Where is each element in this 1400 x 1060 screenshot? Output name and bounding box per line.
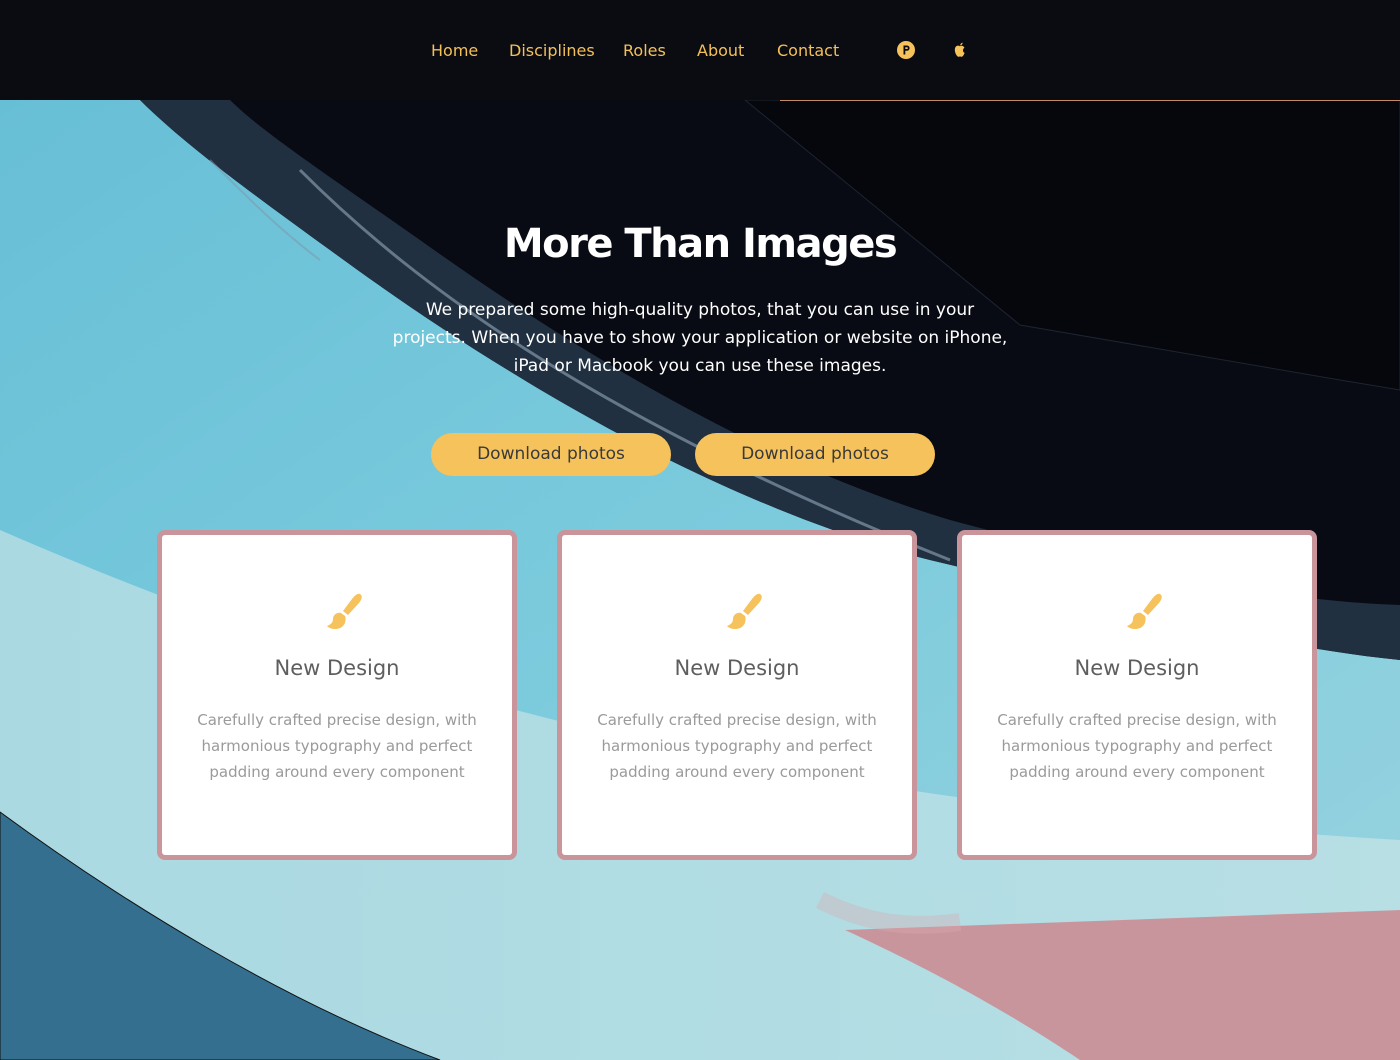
paint-brush-icon bbox=[322, 590, 366, 634]
card-description: Carefully crafted precise design, with h… bbox=[997, 711, 1277, 781]
producthunt-icon[interactable] bbox=[896, 40, 916, 60]
apple-icon[interactable] bbox=[950, 40, 970, 60]
feature-card: New Design Carefully crafted precise des… bbox=[157, 530, 517, 860]
nav-link-home[interactable]: Home bbox=[431, 38, 478, 64]
hero-title: More Than Images bbox=[503, 221, 898, 267]
nav-link-contact[interactable]: Contact bbox=[777, 38, 839, 64]
paint-brush-icon bbox=[1122, 590, 1166, 634]
top-navbar: Home Disciplines Roles About Contact bbox=[0, 0, 1400, 100]
card-title: New Design bbox=[274, 656, 400, 680]
nav-link-disciplines[interactable]: Disciplines bbox=[509, 38, 595, 64]
card-description: Carefully crafted precise design, with h… bbox=[597, 711, 877, 781]
hero-section: More Than Images We prepared some high-q… bbox=[0, 100, 1400, 1060]
paint-brush-icon bbox=[722, 590, 766, 634]
download-photos-button-primary[interactable]: Download photos bbox=[431, 433, 671, 476]
nav-link-roles[interactable]: Roles bbox=[623, 38, 666, 64]
feature-card: New Design Carefully crafted precise des… bbox=[957, 530, 1317, 860]
card-title: New Design bbox=[1074, 656, 1200, 680]
card-title: New Design bbox=[674, 656, 800, 680]
feature-card: New Design Carefully crafted precise des… bbox=[557, 530, 917, 860]
card-description: Carefully crafted precise design, with h… bbox=[197, 711, 477, 781]
nav-link-about[interactable]: About bbox=[697, 38, 744, 64]
hero-description: We prepared some high-quality photos, th… bbox=[392, 300, 1008, 376]
download-photos-button-secondary[interactable]: Download photos bbox=[695, 433, 935, 476]
